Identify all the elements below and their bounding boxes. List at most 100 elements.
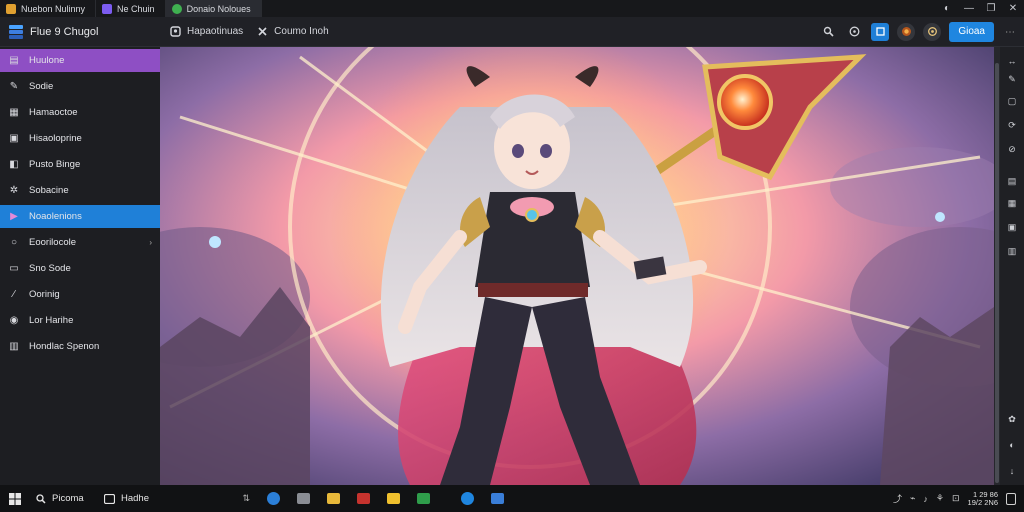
brush-icon: ∕ [13,289,15,300]
window-controls: ◐ — ❐ ✕ [936,0,1024,17]
notification-icon[interactable] [1006,492,1016,505]
sidebar-item-label: Sno Sode [29,263,71,274]
fire-icon[interactable] [897,22,916,41]
maximize-icon[interactable]: ❐ [980,0,1002,17]
sidebar-item-6[interactable]: ▶ Noaolenions [0,205,160,228]
network-icon[interactable]: ⤴ [893,492,902,505]
toolbar: Flue 9 Chugol Hapaotinuas Coumo Inoh Gio… [0,17,1024,47]
download-icon[interactable]: ↓ [1006,465,1018,477]
tab-strip: Nuebon Nulinny Ne Chuin Donaio Noloues ◐… [0,0,1024,17]
block-icon[interactable]: ⊘ [1006,143,1018,155]
refresh-icon[interactable]: ⟳ [1006,119,1018,131]
list-icon: ▦ [9,107,19,118]
minimize-icon[interactable]: — [958,0,980,17]
tab-label: Donaio Noloues [186,3,251,14]
sheet-icon[interactable] [408,485,438,512]
expand-icon[interactable]: ↔ [1006,55,1018,67]
tab-1[interactable]: Ne Chuin [96,0,166,17]
chevron-right-icon: › [149,238,152,247]
edit-icon[interactable]: ✎ [1006,73,1018,85]
files-icon[interactable] [288,485,318,512]
sidebar-item-4[interactable]: ◧ Pusto Binge [0,153,160,176]
tab-2[interactable]: Donaio Noloues [165,0,262,17]
sidebar-item-9[interactable]: ∕ Oorinig [0,283,160,306]
clock-date: 19/2 2N6 [967,497,998,507]
crumb-0[interactable]: Hapaotinuas [170,26,243,37]
media-icon: ▶ [10,211,18,222]
profile-icon[interactable] [871,22,890,41]
grid-icon: ▥ [9,341,19,352]
close-icon[interactable]: ✕ [1002,0,1024,17]
tab-label: Ne Chuin [117,3,155,14]
sidebar-item-label: Lor Harihe [29,315,74,326]
sidebar-item-label: Sodie [29,81,54,92]
tab-label: Nuebon Nulinny [21,3,86,14]
breadcrumb: Hapaotinuas Coumo Inoh [160,26,329,37]
sidebar-item-label: Pusto Binge [29,159,81,170]
windows-logo-icon [9,492,21,505]
image-icon: ◧ [9,159,19,170]
display-icon[interactable]: ⊡ [952,493,960,504]
sidebar-item-10[interactable]: ◉ Lor Harihe [0,309,160,332]
sidebar-item-label: Hisaoloprine [29,133,82,144]
sidebar-item-8[interactable]: ▭ Sno Sode [0,257,160,280]
sidebar-item-label: Oorinig [29,289,60,300]
sidebar-item-7[interactable]: ○ Eoorilocole › [0,231,160,254]
sidebar-item-label: Eoorilocole [29,237,76,248]
sidebar-item-label: Hamaoctoe [29,107,78,118]
window-icon [104,493,115,504]
sidebar-item-5[interactable]: ✲ Sobacine [0,179,160,202]
stack-logo-icon [8,24,24,40]
more-icon[interactable]: ⋯ [996,17,1024,47]
taskbar-widget[interactable]: Hadhe ⇅ [98,493,258,504]
sidebar-item-label: Sobacine [29,185,69,196]
sidebar-item-1[interactable]: ✎ Sodie [0,75,160,98]
contrast-icon[interactable]: ◐ [1006,439,1018,451]
theme-icon[interactable]: ◐ [936,0,958,17]
search-icon [36,493,46,504]
browser-icon[interactable] [258,485,288,512]
scrollbar-thumb[interactable] [995,63,999,483]
wifi-icon[interactable]: ⌁ [910,493,915,504]
sidebar-item-label: Hondlac Spenon [29,341,100,352]
sidebar-item-2[interactable]: ▦ Hamaoctoe [0,101,160,124]
user-icon [170,26,181,37]
volume-icon[interactable]: ♪ [923,494,928,504]
store-icon[interactable] [482,485,512,512]
settings-icon[interactable] [923,22,942,41]
taskbar: Picoma Hadhe ⇅ ⤴ ⌁ ♪ ⚘ ⊡ 1 29 86 19/2 2N… [0,485,1024,512]
crumb-1[interactable]: Coumo Inoh [257,26,329,37]
tab-favicon-icon [171,3,182,14]
start-button[interactable] [0,492,30,505]
crumb-label: Hapaotinuas [187,26,244,37]
primary-button[interactable]: Gioaa [949,21,994,42]
tools-icon [258,27,267,36]
app-tray-icon[interactable]: ⚘ [936,493,944,504]
fantasy-warrior-illustration [160,47,994,485]
sidebar-item-3[interactable]: ▣ Hisaoloprine [0,127,160,150]
edge-icon[interactable] [452,485,482,512]
crumb-label: Coumo Inoh [274,26,329,37]
panel-icon[interactable]: ▤ [1006,175,1018,187]
sidebar-item-label: Noaolenions [29,211,82,222]
grid-icon[interactable]: ▦ [1006,197,1018,209]
doc-icon[interactable]: ▣ [1006,221,1018,233]
folder-icon[interactable] [318,485,348,512]
widget-label: Hadhe [121,493,149,504]
clock[interactable]: 1 29 86 19/2 2N6 [967,490,998,507]
tab-favicon-icon [6,3,16,14]
table-icon[interactable]: ▥ [1006,245,1018,257]
search-icon[interactable] [819,23,837,41]
tab-0[interactable]: Nuebon Nulinny [0,0,97,17]
explorer-icon[interactable] [378,485,408,512]
media-icon[interactable] [348,485,378,512]
right-tool-rail: ↔ ✎ ▢ ⟳ ⊘ ▤ ▦ ▣ ▥ ✿ ◐ ↓ [1000,47,1024,485]
taskbar-search[interactable]: Picoma [30,493,98,504]
help-icon[interactable] [845,23,863,41]
tab-favicon-icon [102,3,113,14]
sidebar-item-0[interactable]: ▤ Huulone [0,49,160,72]
frame-icon[interactable]: ▢ [1006,95,1018,107]
flower-icon[interactable]: ✿ [1006,413,1018,425]
illustration-canvas[interactable] [160,47,994,485]
sidebar-item-11[interactable]: ▥ Hondlac Spenon [0,335,160,358]
